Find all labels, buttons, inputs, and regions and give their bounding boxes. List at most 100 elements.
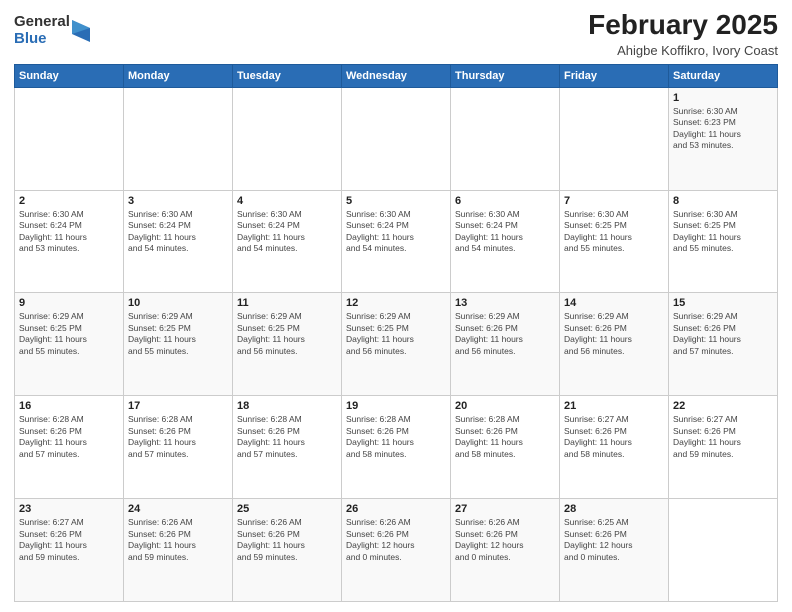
calendar-cell: 18 Sunrise: 6:28 AM Sunset: 6:26 PM Dayli… <box>233 396 342 499</box>
location-subtitle: Ahigbe Koffikro, Ivory Coast <box>588 43 778 58</box>
calendar-page: General Blue February 2025 Ahigbe Koffik… <box>0 0 792 612</box>
day-number: 19 <box>346 400 446 412</box>
header-day-saturday: Saturday <box>669 64 778 87</box>
week-row-5: 23 Sunrise: 6:27 AM Sunset: 6:26 PM Dayli… <box>15 499 778 602</box>
day-number: 21 <box>564 400 664 412</box>
day-info: Sunrise: 6:27 AM Sunset: 6:26 PM Dayligh… <box>564 414 664 460</box>
day-info: Sunrise: 6:27 AM Sunset: 6:26 PM Dayligh… <box>19 517 119 563</box>
calendar-cell: 23 Sunrise: 6:27 AM Sunset: 6:26 PM Dayli… <box>15 499 124 602</box>
calendar-cell: 5Sunrise: 6:30 AM Sunset: 6:24 PM Daylig… <box>342 190 451 293</box>
calendar-cell <box>669 499 778 602</box>
calendar-cell <box>124 87 233 190</box>
day-info: Sunrise: 6:29 AM Sunset: 6:25 PM Dayligh… <box>19 311 119 357</box>
calendar-cell <box>233 87 342 190</box>
calendar-cell: 19 Sunrise: 6:28 AM Sunset: 6:26 PM Dayli… <box>342 396 451 499</box>
calendar-cell: 24 Sunrise: 6:26 AM Sunset: 6:26 PM Dayli… <box>124 499 233 602</box>
calendar-header: SundayMondayTuesdayWednesdayThursdayFrid… <box>15 64 778 87</box>
day-info: Sunrise: 6:29 AM Sunset: 6:26 PM Dayligh… <box>455 311 555 357</box>
week-row-4: 16 Sunrise: 6:28 AM Sunset: 6:26 PM Dayli… <box>15 396 778 499</box>
day-number: 20 <box>455 400 555 412</box>
day-info: Sunrise: 6:26 AM Sunset: 6:26 PM Dayligh… <box>346 517 446 563</box>
page-header: General Blue February 2025 Ahigbe Koffik… <box>14 10 778 58</box>
day-info: Sunrise: 6:28 AM Sunset: 6:26 PM Dayligh… <box>19 414 119 460</box>
day-number: 28 <box>564 503 664 515</box>
calendar-cell: 27 Sunrise: 6:26 AM Sunset: 6:26 PM Dayli… <box>451 499 560 602</box>
day-info: Sunrise: 6:30 AM Sunset: 6:23 PM Dayligh… <box>673 106 773 152</box>
calendar-cell: 25Sunrise: 6:26 AM Sunset: 6:26 PM Dayli… <box>233 499 342 602</box>
header-day-sunday: Sunday <box>15 64 124 87</box>
calendar-cell <box>451 87 560 190</box>
calendar-cell <box>560 87 669 190</box>
day-number: 27 <box>455 503 555 515</box>
calendar-cell: 13 Sunrise: 6:29 AM Sunset: 6:26 PM Dayli… <box>451 293 560 396</box>
day-info: Sunrise: 6:25 AM Sunset: 6:26 PM Dayligh… <box>564 517 664 563</box>
calendar-cell: 28 Sunrise: 6:25 AM Sunset: 6:26 PM Dayli… <box>560 499 669 602</box>
header-day-thursday: Thursday <box>451 64 560 87</box>
calendar-cell: 16 Sunrise: 6:28 AM Sunset: 6:26 PM Dayli… <box>15 396 124 499</box>
day-number: 12 <box>346 297 446 309</box>
main-title: February 2025 <box>588 10 778 41</box>
calendar-cell: 3Sunrise: 6:30 AM Sunset: 6:24 PM Daylig… <box>124 190 233 293</box>
calendar-cell: 9Sunrise: 6:29 AM Sunset: 6:25 PM Daylig… <box>15 293 124 396</box>
day-number: 14 <box>564 297 664 309</box>
day-info: Sunrise: 6:26 AM Sunset: 6:26 PM Dayligh… <box>128 517 228 563</box>
day-number: 18 <box>237 400 337 412</box>
header-day-monday: Monday <box>124 64 233 87</box>
calendar-cell: 8 Sunrise: 6:30 AM Sunset: 6:25 PM Daylig… <box>669 190 778 293</box>
day-number: 11 <box>237 297 337 309</box>
day-number: 22 <box>673 400 773 412</box>
calendar-cell: 1 Sunrise: 6:30 AM Sunset: 6:23 PM Daylig… <box>669 87 778 190</box>
calendar-cell: 12 Sunrise: 6:29 AM Sunset: 6:25 PM Dayli… <box>342 293 451 396</box>
day-number: 13 <box>455 297 555 309</box>
logo-icon <box>72 20 90 42</box>
day-number: 24 <box>128 503 228 515</box>
day-info: Sunrise: 6:30 AM Sunset: 6:25 PM Dayligh… <box>673 209 773 255</box>
day-info: Sunrise: 6:27 AM Sunset: 6:26 PM Dayligh… <box>673 414 773 460</box>
day-info: Sunrise: 6:29 AM Sunset: 6:26 PM Dayligh… <box>673 311 773 357</box>
logo-blue: Blue <box>14 31 70 48</box>
calendar-cell: 2Sunrise: 6:30 AM Sunset: 6:24 PM Daylig… <box>15 190 124 293</box>
calendar-table: SundayMondayTuesdayWednesdayThursdayFrid… <box>14 64 778 602</box>
calendar-cell: 26 Sunrise: 6:26 AM Sunset: 6:26 PM Dayli… <box>342 499 451 602</box>
day-number: 16 <box>19 400 119 412</box>
calendar-cell: 7 Sunrise: 6:30 AM Sunset: 6:25 PM Daylig… <box>560 190 669 293</box>
calendar-cell: 15 Sunrise: 6:29 AM Sunset: 6:26 PM Dayli… <box>669 293 778 396</box>
day-info: Sunrise: 6:30 AM Sunset: 6:24 PM Dayligh… <box>346 209 446 255</box>
day-info: Sunrise: 6:30 AM Sunset: 6:25 PM Dayligh… <box>564 209 664 255</box>
calendar-cell: 22 Sunrise: 6:27 AM Sunset: 6:26 PM Dayli… <box>669 396 778 499</box>
calendar-cell <box>15 87 124 190</box>
calendar-cell: 4 Sunrise: 6:30 AM Sunset: 6:24 PM Daylig… <box>233 190 342 293</box>
day-number: 10 <box>128 297 228 309</box>
logo: General Blue <box>14 14 90 47</box>
calendar-cell: 17Sunrise: 6:28 AM Sunset: 6:26 PM Dayli… <box>124 396 233 499</box>
day-info: Sunrise: 6:30 AM Sunset: 6:24 PM Dayligh… <box>455 209 555 255</box>
header-row: SundayMondayTuesdayWednesdayThursdayFrid… <box>15 64 778 87</box>
calendar-cell: 6Sunrise: 6:30 AM Sunset: 6:24 PM Daylig… <box>451 190 560 293</box>
day-info: Sunrise: 6:28 AM Sunset: 6:26 PM Dayligh… <box>346 414 446 460</box>
day-number: 3 <box>128 195 228 207</box>
day-info: Sunrise: 6:29 AM Sunset: 6:26 PM Dayligh… <box>564 311 664 357</box>
title-block: February 2025 Ahigbe Koffikro, Ivory Coa… <box>588 10 778 58</box>
calendar-cell: 11Sunrise: 6:29 AM Sunset: 6:25 PM Dayli… <box>233 293 342 396</box>
day-info: Sunrise: 6:29 AM Sunset: 6:25 PM Dayligh… <box>128 311 228 357</box>
day-number: 4 <box>237 195 337 207</box>
calendar-body: 1 Sunrise: 6:30 AM Sunset: 6:23 PM Daylig… <box>15 87 778 601</box>
day-info: Sunrise: 6:26 AM Sunset: 6:26 PM Dayligh… <box>455 517 555 563</box>
calendar-cell: 21 Sunrise: 6:27 AM Sunset: 6:26 PM Dayli… <box>560 396 669 499</box>
day-info: Sunrise: 6:30 AM Sunset: 6:24 PM Dayligh… <box>237 209 337 255</box>
day-number: 23 <box>19 503 119 515</box>
day-info: Sunrise: 6:29 AM Sunset: 6:25 PM Dayligh… <box>346 311 446 357</box>
calendar-cell: 10 Sunrise: 6:29 AM Sunset: 6:25 PM Dayli… <box>124 293 233 396</box>
day-number: 26 <box>346 503 446 515</box>
calendar-cell: 14 Sunrise: 6:29 AM Sunset: 6:26 PM Dayli… <box>560 293 669 396</box>
day-info: Sunrise: 6:30 AM Sunset: 6:24 PM Dayligh… <box>19 209 119 255</box>
day-info: Sunrise: 6:28 AM Sunset: 6:26 PM Dayligh… <box>455 414 555 460</box>
header-day-tuesday: Tuesday <box>233 64 342 87</box>
day-number: 7 <box>564 195 664 207</box>
day-info: Sunrise: 6:28 AM Sunset: 6:26 PM Dayligh… <box>237 414 337 460</box>
day-number: 15 <box>673 297 773 309</box>
header-day-friday: Friday <box>560 64 669 87</box>
day-info: Sunrise: 6:28 AM Sunset: 6:26 PM Dayligh… <box>128 414 228 460</box>
day-number: 1 <box>673 92 773 104</box>
day-number: 8 <box>673 195 773 207</box>
